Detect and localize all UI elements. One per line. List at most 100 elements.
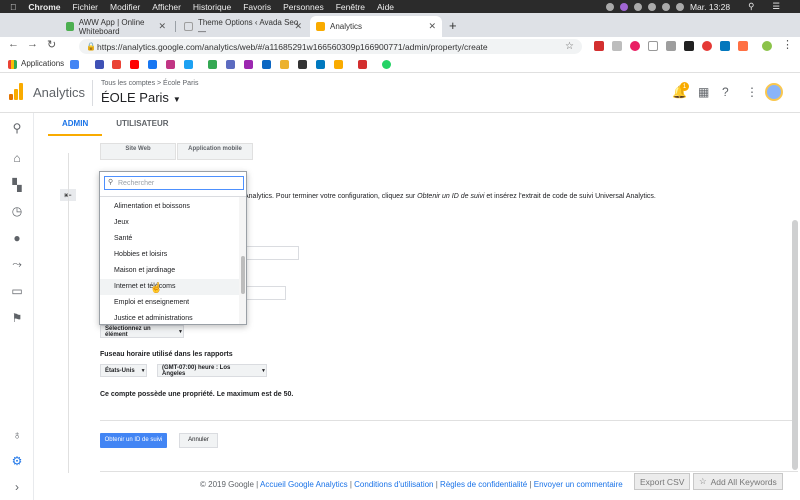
menu-list-icon[interactable]: ☰ (772, 1, 780, 12)
extension-icon[interactable] (720, 41, 730, 51)
dropdown-option[interactable]: Maison et jardinage (100, 263, 240, 279)
menu-modifier[interactable]: Modifier (110, 2, 140, 12)
menu-historique[interactable]: Historique (193, 2, 231, 12)
flag-icon[interactable]: ⚑ (10, 311, 24, 325)
dropdown-option[interactable]: Jeux (100, 215, 240, 231)
apps-grid-icon[interactable]: ▦ (698, 85, 709, 99)
page-scrollbar[interactable] (792, 220, 798, 470)
segment-site-web[interactable]: Site Web (100, 143, 176, 160)
footer-link-home[interactable]: Accueil Google Analytics (260, 480, 348, 489)
cloud-icon[interactable] (647, 2, 656, 11)
help-icon[interactable]: ? (722, 85, 729, 99)
slack-icon[interactable] (280, 60, 289, 69)
new-tab-button[interactable]: + (449, 18, 457, 33)
youtube-icon[interactable] (130, 60, 139, 69)
analytics-icon[interactable] (334, 60, 343, 69)
close-icon[interactable]: ✕ (428, 21, 436, 32)
address-bar[interactable]: 🔒 https://analytics.google.com/analytics… (79, 39, 582, 54)
extension-icon[interactable] (648, 41, 658, 51)
menu-aide[interactable]: Aide (377, 2, 394, 12)
behavior-icon[interactable]: ▭ (10, 284, 24, 298)
extension-icon[interactable] (738, 41, 748, 51)
status-icon[interactable] (619, 2, 628, 11)
browser-tab-active[interactable]: Analytics ✕ (310, 16, 442, 37)
industry-select[interactable]: Sélectionnez un élément ▼ (100, 325, 184, 338)
more-vert-icon[interactable]: ⋮ (746, 85, 758, 99)
linkedin-icon[interactable] (262, 60, 271, 69)
bookmark-icon[interactable] (226, 60, 235, 69)
instagram-icon[interactable] (166, 60, 175, 69)
battery-icon[interactable] (675, 2, 684, 11)
clock-icon[interactable]: ◷ (10, 204, 24, 218)
home-icon[interactable]: ⌂ (10, 151, 24, 165)
expand-icon[interactable]: › (10, 480, 24, 494)
extension-icon[interactable] (684, 41, 694, 51)
bookmark-icon[interactable] (208, 60, 217, 69)
dashboard-icon[interactable]: ▚ (10, 178, 24, 192)
gmail-icon[interactable] (112, 60, 121, 69)
dropdown-option[interactable]: Santé (100, 231, 240, 247)
bookmark-icon[interactable] (298, 60, 307, 69)
bookmark-icon[interactable] (358, 60, 367, 69)
bookmark-applications[interactable]: Applications (21, 59, 64, 68)
extension-icon[interactable] (702, 41, 712, 51)
segment-application-mobile[interactable]: Application mobile (177, 143, 253, 160)
facebook-icon[interactable] (148, 60, 157, 69)
apps-grid-icon[interactable] (8, 60, 17, 69)
analytics-logo-icon[interactable] (9, 83, 23, 100)
star-icon[interactable]: ☆ (565, 41, 574, 52)
menubar-clock[interactable]: Mar. 13:28 (690, 2, 730, 12)
get-tracking-id-button[interactable]: Obtenir un ID de suivi (100, 433, 167, 448)
extension-icon[interactable] (666, 41, 676, 51)
trello-icon[interactable] (316, 60, 325, 69)
menu-afficher[interactable]: Afficher (152, 2, 181, 12)
dropdown-option-hovered[interactable]: Internet et télécoms (100, 279, 240, 295)
browser-tab[interactable]: Theme Options ‹ Avada Seo — ✕ (178, 16, 308, 37)
back-arrow-icon[interactable]: ← (8, 38, 19, 50)
footer-link-terms[interactable]: Conditions d'utilisation (354, 480, 433, 489)
twitter-icon[interactable] (184, 60, 193, 69)
footer-link-feedback[interactable]: Envoyer un commentaire (534, 480, 623, 489)
cancel-button[interactable]: Annuler (179, 433, 218, 448)
timezone-select[interactable]: (GMT-07:00) heure : Los Angeles ▼ (157, 364, 267, 377)
dropdown-option[interactable]: Alimentation et boissons (100, 199, 240, 215)
menu-fenetre[interactable]: Fenêtre (336, 2, 365, 12)
close-icon[interactable]: ✕ (158, 21, 166, 32)
google-icon[interactable] (70, 60, 79, 69)
bookmark-icon[interactable] (95, 60, 104, 69)
property-selector[interactable]: ÉOLE Paris ▼ (101, 90, 181, 105)
tab-admin[interactable]: ADMIN (48, 113, 103, 136)
menu-personnes[interactable]: Personnes (283, 2, 324, 12)
person-icon[interactable]: ● (10, 231, 24, 245)
breadcrumb[interactable]: Tous les comptes > École Paris (101, 80, 198, 87)
timezone-country-select[interactable]: États-Unis ▼ (100, 364, 147, 377)
status-icon[interactable] (605, 2, 614, 11)
dropdown-scrollbar[interactable] (239, 197, 246, 324)
whatsapp-icon[interactable] (382, 60, 391, 69)
add-keywords-button[interactable]: ☆ Add All Keywords (693, 473, 783, 490)
extension-icon[interactable] (594, 41, 604, 51)
acquisition-icon[interactable]: ⤳ (10, 257, 24, 271)
chrome-menu-icon[interactable]: ⋮ (782, 38, 793, 51)
browser-tab[interactable]: AWW App | Online Whiteboard ✕ (60, 16, 172, 37)
lightbulb-icon[interactable]: ♁ (10, 428, 24, 442)
menu-fichier[interactable]: Fichier (73, 2, 99, 12)
forward-arrow-icon[interactable]: → (27, 38, 38, 50)
gear-icon[interactable]: ⚙ (10, 454, 24, 468)
dropdown-option[interactable]: Hobbies et loisirs (100, 247, 240, 263)
dropdown-option[interactable]: Justice et administrations (100, 311, 240, 324)
menu-favoris[interactable]: Favoris (243, 2, 271, 12)
property-name-input[interactable] (239, 246, 299, 260)
pinterest-icon[interactable] (630, 41, 640, 51)
export-csv-button[interactable]: Export CSV (634, 473, 691, 490)
search-icon[interactable]: ⚲ (10, 121, 24, 135)
menu-chrome[interactable]: Chrome (28, 2, 60, 12)
footer-link-privacy[interactable]: Règles de confidentialité (440, 480, 527, 489)
avatar[interactable] (765, 83, 783, 101)
bookmark-icon[interactable] (244, 60, 253, 69)
close-icon[interactable]: ✕ (294, 21, 302, 32)
profile-icon[interactable] (762, 41, 772, 51)
scrollbar-thumb[interactable] (241, 256, 245, 294)
tab-utilisateur[interactable]: UTILISATEUR (102, 113, 182, 136)
extension-icon[interactable] (612, 41, 622, 51)
